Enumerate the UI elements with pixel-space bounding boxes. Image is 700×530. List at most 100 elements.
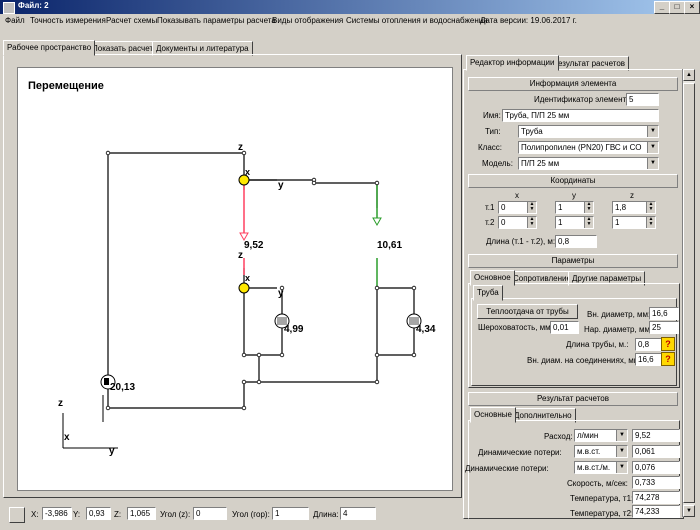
value-label: 4,34 xyxy=(416,324,436,335)
dropdown-arrow-icon[interactable]: ▼ xyxy=(616,430,627,441)
coords-header: Координаты xyxy=(468,174,678,188)
t1-y-field[interactable]: 1 ▲ ▼ xyxy=(555,201,594,214)
axis-x-label: x xyxy=(245,167,251,177)
type-select[interactable]: Труба ▼ xyxy=(518,125,659,138)
dyn1-field: 0,061 xyxy=(632,445,680,458)
help-icon[interactable]: ? xyxy=(661,352,675,366)
pipe-nodes xyxy=(105,150,417,411)
results-header: Результат расчетов xyxy=(468,392,678,406)
help-icon[interactable]: ? xyxy=(661,337,675,351)
model-select[interactable]: П/П 25 мм ▼ xyxy=(518,157,659,170)
right-scrollbar[interactable]: ▲ ▼ xyxy=(682,69,695,517)
drawing-canvas[interactable]: Перемещение z x y z x y z x y 9,52 10,61… xyxy=(17,67,453,491)
maximize-button[interactable]: □ xyxy=(669,1,685,14)
menu-show-params[interactable]: Показывать параметры расчета xyxy=(157,16,276,25)
pipe-length-label: Длина трубы, м.: xyxy=(566,340,629,349)
dropdown-arrow-icon[interactable]: ▼ xyxy=(616,446,627,457)
axis-z-label: z xyxy=(238,250,243,261)
menu-systems[interactable]: Системы отопления и водоснабжения xyxy=(346,16,488,25)
joint-d-field[interactable]: 16,6 xyxy=(635,353,662,366)
t1-label: т.1 xyxy=(485,203,495,212)
x-field[interactable]: -3,986 xyxy=(42,507,72,520)
status-bar: X: -3,986 Y: 0,93 Z: 1,065 Угол (z): 0 У… xyxy=(0,500,700,530)
menu-file[interactable]: Файл xyxy=(5,16,25,25)
t1-z-value: 1,8 xyxy=(615,203,627,212)
t2-label: т.2 xyxy=(485,218,495,227)
inner-d-field[interactable]: 16,6 xyxy=(649,307,679,320)
dyn2-unit-select[interactable]: м.в.ст./м. ▼ xyxy=(574,461,628,474)
y-label: Y: xyxy=(73,510,81,519)
col-x-label: x xyxy=(515,191,519,200)
spin-icon[interactable]: ▲ ▼ xyxy=(584,202,593,213)
close-button[interactable]: × xyxy=(684,1,700,14)
pipe-length-field[interactable]: 0,8 xyxy=(635,338,662,351)
spin-icon[interactable]: ▲ ▼ xyxy=(646,202,655,213)
menu-calculate[interactable]: Расчет схемы xyxy=(106,16,157,25)
app-icon xyxy=(3,2,15,14)
t2-z-field[interactable]: 1 ▲ ▼ xyxy=(612,216,656,229)
angle-h-label: Угол (гор): xyxy=(232,510,270,519)
id-field[interactable]: 5 xyxy=(626,93,659,106)
scheme-svg[interactable] xyxy=(18,68,452,490)
menu-version[interactable]: Дата версии: 19.06.2017 г. xyxy=(480,16,577,25)
dropdown-arrow-icon[interactable]: ▼ xyxy=(647,142,658,153)
roughness-field[interactable]: 0,01 xyxy=(550,321,579,334)
speed-field: 0,733 xyxy=(632,476,680,489)
dyn2-field: 0,076 xyxy=(632,461,680,474)
type-label: Тип: xyxy=(485,127,501,136)
heat-transfer-button[interactable]: Теплоотдача от трубы xyxy=(477,304,578,319)
speed-label: Скорость, м/сек: xyxy=(567,479,628,488)
spin-icon[interactable]: ▲ ▼ xyxy=(527,217,536,228)
length-field[interactable]: 0,8 xyxy=(555,235,597,248)
flow-unit-value: л/мин xyxy=(577,431,599,440)
axis-z-label: z xyxy=(238,142,243,153)
dyn2-label: Динамические потери: xyxy=(465,464,549,473)
dropdown-arrow-icon[interactable]: ▼ xyxy=(616,462,627,473)
x-label: X: xyxy=(31,510,39,519)
length-status-field[interactable]: 4 xyxy=(340,507,376,520)
t1-x-field[interactable]: 0 ▲ ▼ xyxy=(498,201,537,214)
value-label: 10,61 xyxy=(377,240,403,251)
scroll-up-icon[interactable]: ▲ xyxy=(683,69,695,81)
tab-workspace[interactable]: Рабочее пространство xyxy=(3,40,96,56)
axis-y-label: y xyxy=(278,288,284,299)
t1-z-field[interactable]: 1,8 ▲ ▼ xyxy=(612,201,656,214)
t2-z-value: 1 xyxy=(615,218,620,227)
tab-pipe[interactable]: Труба xyxy=(473,285,503,301)
axis-z-label: z xyxy=(58,398,63,409)
tab-info-editor[interactable]: Редактор информации xyxy=(466,55,559,71)
id-label: Идентификатор элемента: xyxy=(534,95,633,104)
tab-main-results[interactable]: Основные xyxy=(470,407,516,423)
dyn1-unit-select[interactable]: м.в.ст. ▼ xyxy=(574,445,628,458)
minimize-button[interactable]: _ xyxy=(654,1,670,14)
t2-y-field[interactable]: 1 ▲ ▼ xyxy=(555,216,594,229)
spin-icon[interactable]: ▲ ▼ xyxy=(646,217,655,228)
z-field[interactable]: 1,065 xyxy=(127,507,156,520)
angle-z-field[interactable]: 0 xyxy=(193,507,227,520)
tab-basic[interactable]: Основное xyxy=(470,270,515,286)
status-button[interactable] xyxy=(9,507,25,523)
class-value: Полипропилен (PN20) ГВС и СО xyxy=(521,143,642,152)
col-z-label: z xyxy=(630,191,634,200)
axis-x-label: x xyxy=(245,273,251,283)
value-label: 9,52 xyxy=(244,240,264,251)
value-label: 20,13 xyxy=(110,382,136,393)
outer-d-field[interactable]: 25 xyxy=(649,321,679,334)
y-field[interactable]: 0,93 xyxy=(86,507,111,520)
t2-x-field[interactable]: 0 ▲ ▼ xyxy=(498,216,537,229)
node-selected-2[interactable] xyxy=(238,282,250,294)
flow-unit-select[interactable]: л/мин ▼ xyxy=(574,429,628,442)
dropdown-arrow-icon[interactable]: ▼ xyxy=(647,158,658,169)
scroll-thumb[interactable] xyxy=(683,83,695,503)
dropdown-arrow-icon[interactable]: ▼ xyxy=(647,126,658,137)
col-y-label: y xyxy=(572,191,576,200)
spin-icon[interactable]: ▲ ▼ xyxy=(527,202,536,213)
spin-icon[interactable]: ▲ ▼ xyxy=(584,217,593,228)
menu-views[interactable]: Виды отображения xyxy=(272,16,343,25)
t2-x-value: 0 xyxy=(501,218,506,227)
menu-precision[interactable]: Точность измерения xyxy=(30,16,106,25)
class-select[interactable]: Полипропилен (PN20) ГВС и СО ▼ xyxy=(518,141,659,154)
angle-h-field[interactable]: 1 xyxy=(272,507,309,520)
name-field[interactable]: Труба, П/П 25 мм xyxy=(502,109,659,122)
dyn1-unit-value: м.в.ст. xyxy=(577,447,601,456)
